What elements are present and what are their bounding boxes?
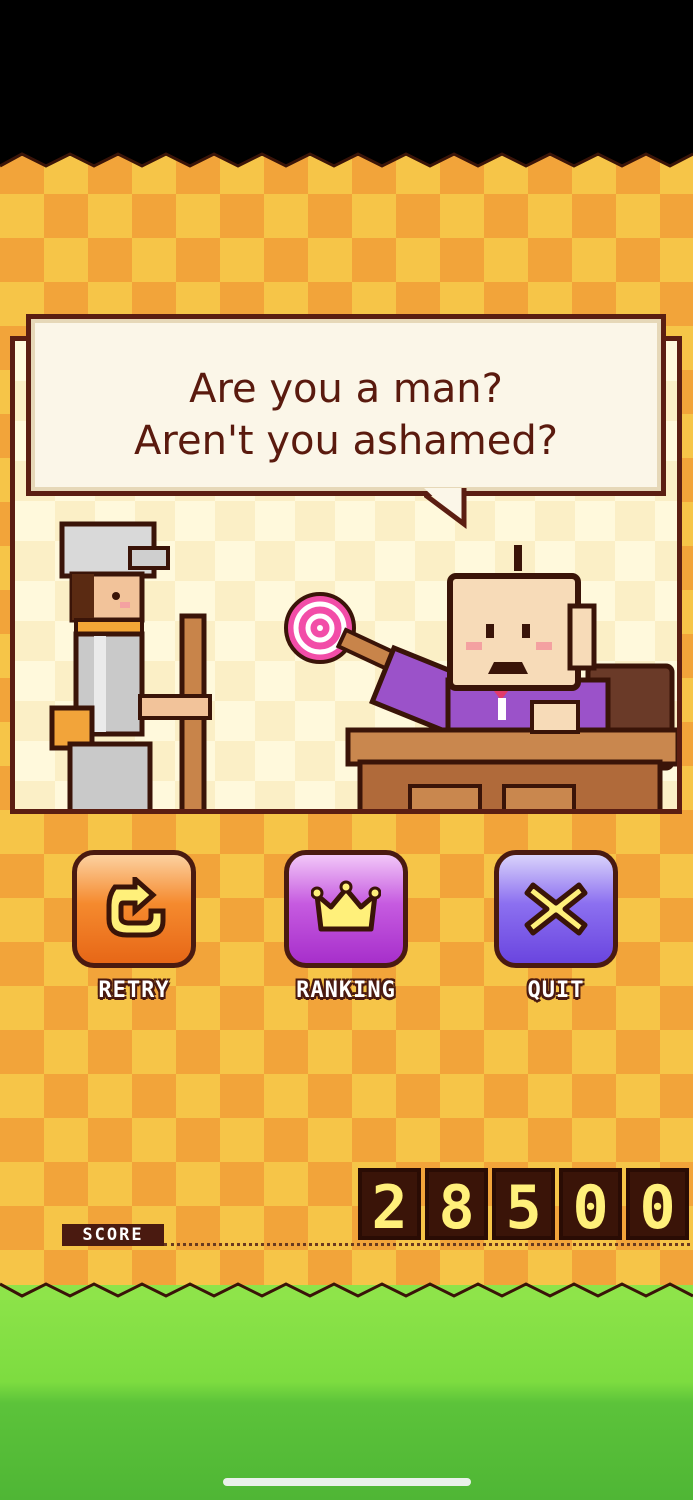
retry-arrow-icon xyxy=(106,877,166,938)
score-digit: 8 xyxy=(425,1168,488,1243)
score-dotted-line xyxy=(164,1243,690,1246)
quit-button[interactable] xyxy=(494,850,618,968)
x-icon xyxy=(524,882,588,936)
status-bar-area xyxy=(0,0,693,170)
dialog-text: Are you a man? Aren't you ashamed? xyxy=(31,363,661,467)
top-zigzag-edge xyxy=(0,148,693,168)
quit-label[interactable]: QUIT xyxy=(476,978,636,1003)
crown-icon xyxy=(311,880,381,932)
score-value: 2 8 5 0 0 xyxy=(358,1168,690,1243)
speech-bubble-tail xyxy=(424,488,467,529)
dialog-line-2: Aren't you ashamed? xyxy=(134,418,558,464)
retry-button[interactable] xyxy=(72,850,196,968)
speech-bubble: Are you a man? Aren't you ashamed? xyxy=(26,314,666,496)
retry-label[interactable]: RETRY xyxy=(54,978,214,1003)
score-digit: 0 xyxy=(626,1168,689,1243)
grass-ground xyxy=(0,1285,693,1500)
score-digit: 5 xyxy=(492,1168,555,1243)
old-man-character xyxy=(345,545,677,809)
home-indicator[interactable] xyxy=(223,1478,471,1486)
ranking-button[interactable] xyxy=(284,850,408,968)
ranking-label[interactable]: RANKING xyxy=(266,978,426,1003)
lollipop-icon xyxy=(284,592,402,674)
boy-character xyxy=(49,521,212,809)
grass-zigzag-edge xyxy=(0,1282,693,1300)
score-digit: 0 xyxy=(559,1168,622,1243)
score-label: SCORE xyxy=(62,1224,164,1246)
score-digit: 2 xyxy=(358,1168,421,1243)
dialog-line-1: Are you a man? xyxy=(189,366,503,412)
